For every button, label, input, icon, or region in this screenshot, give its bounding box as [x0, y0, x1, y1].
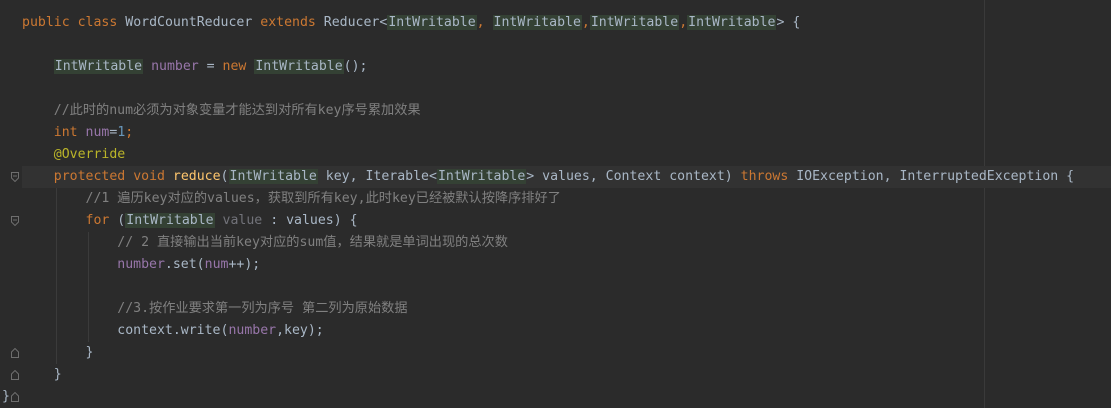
keyword: protected	[53, 169, 126, 184]
keyword: public	[22, 15, 70, 30]
punctuation: ;	[125, 125, 134, 140]
comment: //1 遍历key对应的values，获取到所有key,此时key已经被默认按降…	[85, 191, 561, 206]
keyword: throws	[740, 169, 789, 184]
keyword: int	[53, 125, 78, 140]
comment: //此时的num必须为对象变量才能达到对所有key序号累加效果	[53, 103, 421, 118]
separator: ,	[581, 15, 590, 30]
type-ref: IntWritable	[254, 59, 344, 74]
type-ref: IntWritable	[228, 169, 318, 184]
keyword: void	[133, 169, 165, 184]
type-ref: IntWritable	[387, 15, 477, 30]
separator: ,	[679, 15, 688, 30]
field-name: number	[117, 257, 165, 272]
method-call: .set(	[164, 257, 205, 272]
exceptions: IOException, InterruptedException {	[788, 169, 1075, 184]
params: > values, Context context)	[526, 169, 741, 184]
keyword: for	[85, 213, 110, 228]
type-ref: IntWritable	[687, 15, 777, 30]
punctuation: ,key);	[276, 323, 324, 338]
field-name: num	[204, 257, 229, 272]
code-line-1: public class WordCountReducer extends Re…	[22, 12, 1111, 34]
editor-gutter	[0, 0, 22, 408]
comment: // 2 直接输出当前key对应的sum值，结果就是单词出现的总次数	[117, 235, 508, 250]
fold-open-icon[interactable]	[11, 172, 19, 182]
code-line-12: number.set(num++);	[22, 254, 1111, 276]
type-ref: IntWritable	[53, 59, 144, 74]
method-call: .write(	[172, 323, 229, 338]
unused-variable: value	[222, 213, 263, 228]
closing-brace: }	[2, 389, 10, 404]
type-ref: IntWritable	[589, 15, 680, 30]
code-line-5: //此时的num必须为对象变量才能达到对所有key序号累加效果	[22, 100, 1111, 122]
type-ref: IntWritable	[436, 169, 527, 184]
annotation: @Override	[53, 147, 126, 162]
keyword: new	[222, 59, 247, 74]
type-ref: IntWritable	[492, 15, 582, 30]
punctuation: > {	[776, 15, 801, 30]
closing-brace: }	[53, 367, 62, 382]
object-ref: context	[117, 323, 173, 338]
code-line-8: protected void reduce(IntWritable key, I…	[22, 166, 1111, 188]
keyword: class	[77, 15, 118, 30]
separator: ,	[476, 15, 493, 30]
code-line-10: for (IntWritable value : values) {	[22, 210, 1111, 232]
punctuation: (	[109, 213, 126, 228]
class-name: WordCountReducer	[125, 15, 253, 30]
fold-close-icon[interactable]	[11, 348, 19, 358]
punctuation: (	[220, 169, 229, 184]
punctuation: : values) {	[262, 213, 358, 228]
punctuation: ();	[343, 59, 368, 74]
code-line-7: @Override	[22, 144, 1111, 166]
code-line-18: }	[2, 386, 1111, 408]
code-line-9: //1 遍历key对应的values，获取到所有key,此时key已经被默认按降…	[22, 188, 1111, 210]
method-name: reduce	[172, 169, 221, 184]
params: key, Iterable<	[317, 169, 437, 184]
field-name: number	[151, 59, 199, 74]
keyword: extends	[260, 15, 316, 30]
type-ref: IntWritable	[125, 213, 215, 228]
closing-brace: }	[85, 345, 94, 360]
code-line-3: IntWritable number = new IntWritable();	[22, 56, 1111, 78]
comment: //3.按作业要求第一列为序号 第二列为原始数据	[117, 301, 408, 316]
code-line-17: }	[22, 364, 1111, 386]
fold-open-icon[interactable]	[11, 216, 19, 226]
operator: =	[198, 59, 223, 74]
code-line-15: context.write(number,key);	[22, 320, 1111, 342]
code-editor[interactable]: public class WordCountReducer extends Re…	[2, 0, 1111, 408]
punctuation: ++);	[228, 257, 261, 272]
code-line-14: //3.按作业要求第一列为序号 第二列为原始数据	[22, 298, 1111, 320]
code-line-6: int num=1;	[22, 122, 1111, 144]
base-class: Reducer<	[323, 15, 388, 30]
fold-close-icon[interactable]	[11, 370, 19, 380]
field-name: number	[228, 323, 277, 338]
code-line-11: // 2 直接输出当前key对应的sum值，结果就是单词出现的总次数	[22, 232, 1111, 254]
field-name: num	[85, 125, 110, 140]
code-line-16: }	[22, 342, 1111, 364]
